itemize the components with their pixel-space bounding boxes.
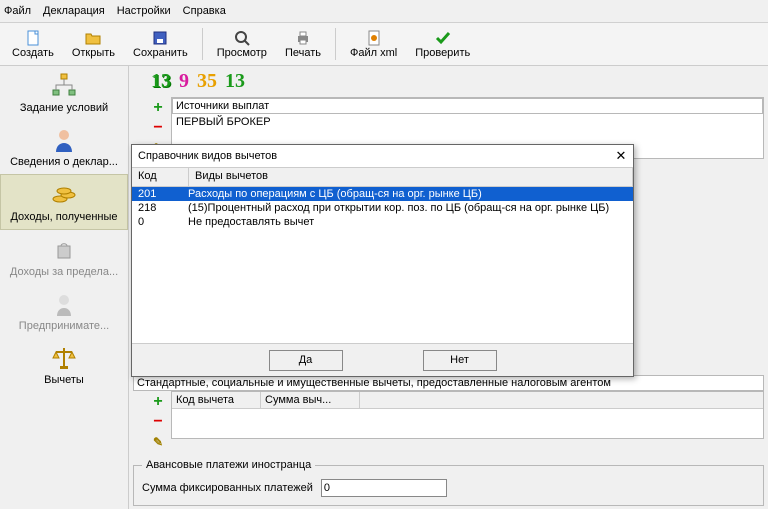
scale-icon [50,344,78,372]
sidebar-deductions[interactable]: Вычеты [0,338,128,392]
toolbar-print[interactable]: Печать [277,24,329,64]
toolbar-create[interactable]: Создать [4,24,62,64]
sidebar-declarant[interactable]: Сведения о деклар... [0,120,128,174]
sidebar-conditions[interactable]: Задание условий [0,66,128,120]
tax-tab-35[interactable]: 35 [195,70,219,93]
sources-header: Источники выплат [172,98,763,114]
sidebar: Задание условий Сведения о деклар... Дох… [0,66,129,509]
edit-deduction-button[interactable]: ✎ [149,433,167,451]
advance-input[interactable] [321,479,447,497]
check-icon [435,30,451,46]
worker-icon [50,290,78,318]
remove-source-button[interactable]: − [149,119,167,137]
preview-icon [234,30,250,46]
advance-legend: Авансовые платежи иностранца [142,459,315,471]
dialog-row[interactable]: 218(15)Процентный расход при открытии ко… [132,201,633,215]
add-source-button[interactable]: + [149,99,167,117]
deductions-header: Стандартные, социальные и имущественные … [133,375,764,391]
tax-tab-9[interactable]: 9 [177,70,191,93]
toolbar-save[interactable]: Сохранить [125,24,196,64]
dialog-row[interactable]: 201Расходы по операциям с ЦБ (обращ-ся н… [132,187,633,201]
tax-tab-13b[interactable]: 13 [223,70,247,93]
dialog-yes-button[interactable]: Да [269,350,343,371]
deduction-types-dialog: Справочник видов вычетов ✕ Код Виды выче… [131,144,634,377]
toolbar-xml[interactable]: Файл xml [342,24,405,64]
print-icon [295,30,311,46]
new-file-icon [25,30,41,46]
source-row[interactable]: ПЕРВЫЙ БРОКЕР [172,114,763,130]
bag-icon [50,236,78,264]
advance-label: Сумма фиксированных платежей [142,482,313,494]
toolbar: Создать Открыть Сохранить Просмотр Печат… [0,23,768,66]
remove-deduction-button[interactable]: − [149,413,167,431]
save-icon [152,30,168,46]
deductions-panel: Стандартные, социальные и имущественные … [133,375,764,453]
toolbar-separator [335,28,336,60]
advance-fieldset: Авансовые платежи иностранца Сумма фикси… [133,459,764,506]
dialog-col-code[interactable]: Код [132,168,189,186]
sidebar-income-abroad[interactable]: Доходы за предела... [0,230,128,284]
menu-declaration[interactable]: Декларация [43,5,105,17]
toolbar-separator [202,28,203,60]
sidebar-income-ru[interactable]: Доходы, полученные [0,174,128,230]
deduction-col-sum: Сумма выч... [261,392,360,408]
toolbar-check[interactable]: Проверить [407,24,478,64]
person-icon [50,126,78,154]
sidebar-entrepreneur[interactable]: Предпринимате... [0,284,128,338]
dialog-grid-header: Код Виды вычетов [132,168,633,187]
dialog-close-button[interactable]: ✕ [611,147,631,165]
dialog-grid-body[interactable]: 201Расходы по операциям с ЦБ (обращ-ся н… [132,187,633,343]
menu-help[interactable]: Справка [183,5,226,17]
open-folder-icon [85,30,101,46]
coins-icon [50,181,78,209]
dialog-no-button[interactable]: Нет [423,350,497,371]
toolbar-preview[interactable]: Просмотр [209,24,275,64]
tree-icon [50,72,78,100]
toolbar-open[interactable]: Открыть [64,24,123,64]
dialog-title: Справочник видов вычетов [138,150,277,162]
tax-rate-tabs: 13 9 35 13 [133,70,764,93]
deduction-col-code: Код вычета [172,392,261,408]
add-deduction-button[interactable]: + [149,393,167,411]
menubar: Файл Декларация Настройки Справка [0,0,768,23]
dialog-col-type[interactable]: Виды вычетов [189,168,633,186]
menu-file[interactable]: Файл [4,5,31,17]
menu-settings[interactable]: Настройки [117,5,171,17]
xml-file-icon [366,30,382,46]
dialog-row[interactable]: 0Не предоставлять вычет [132,215,633,229]
tax-tab-13a[interactable]: 13 [149,70,173,93]
